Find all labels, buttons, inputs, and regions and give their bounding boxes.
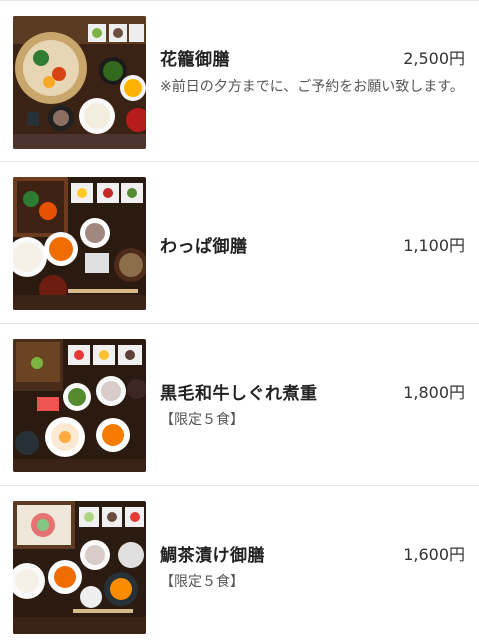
menu-item-name: 花籠御膳 bbox=[160, 50, 230, 70]
menu-item-name: わっぱ御膳 bbox=[160, 237, 248, 257]
menu-item-note: 【限定５食】 bbox=[160, 412, 244, 428]
menu-item-price: 2,500円 bbox=[403, 49, 465, 68]
menu-item-price: 1,100円 bbox=[403, 236, 465, 255]
menu-item-note: 【限定５食】 bbox=[160, 574, 244, 590]
menu-item-photo bbox=[13, 339, 146, 472]
menu-item-photo bbox=[13, 177, 146, 310]
menu-item-note: ※前日の夕方までに、ご予約をお願い致します。 bbox=[160, 79, 464, 95]
menu-item-price: 1,600円 bbox=[403, 545, 465, 564]
menu-item-price: 1,800円 bbox=[403, 383, 465, 402]
menu-item[interactable]: わっぱ御膳 1,100円 bbox=[0, 161, 479, 323]
menu-item-photo bbox=[13, 16, 146, 149]
menu-item-name: 鯛茶漬け御膳 bbox=[160, 546, 265, 566]
menu-item[interactable]: 花籠御膳 2,500円 ※前日の夕方までに、ご予約をお願い致します。 bbox=[0, 0, 479, 161]
menu-item-photo bbox=[13, 501, 146, 634]
menu-list: 花籠御膳 2,500円 ※前日の夕方までに、ご予約をお願い致します。 わっぱ御膳… bbox=[0, 0, 479, 640]
menu-item[interactable]: 黒毛和牛しぐれ煮重 1,800円 【限定５食】 bbox=[0, 323, 479, 485]
menu-item-name: 黒毛和牛しぐれ煮重 bbox=[160, 384, 318, 404]
menu-item[interactable]: 鯛茶漬け御膳 1,600円 【限定５食】 bbox=[0, 485, 479, 640]
